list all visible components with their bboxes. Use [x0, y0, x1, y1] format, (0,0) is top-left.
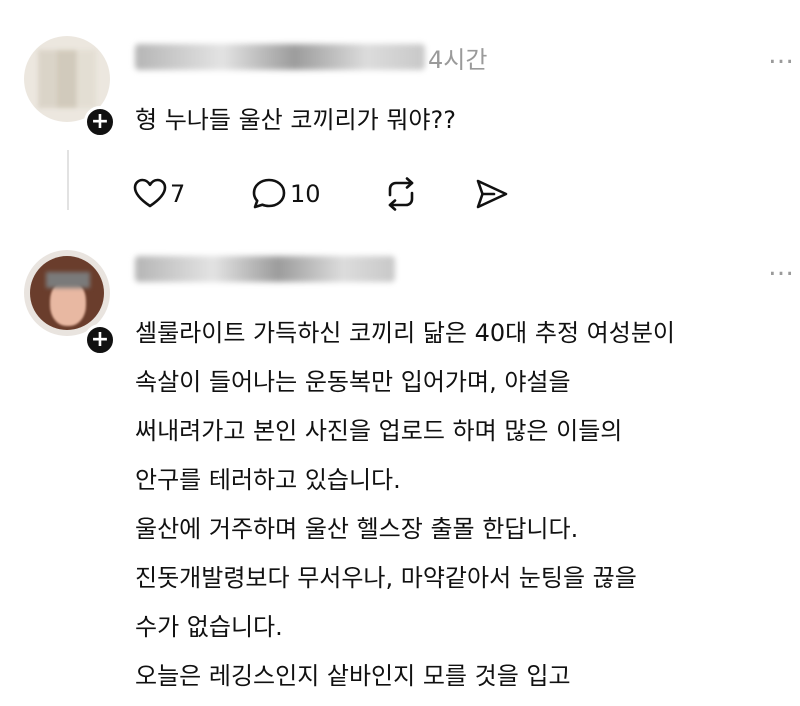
post-time: 4시간 [428, 46, 488, 74]
reply-button[interactable]: 10 [250, 174, 321, 214]
comment-icon [250, 176, 288, 212]
avatar-image-blurred [38, 50, 96, 108]
follow-plus-icon[interactable]: + [84, 324, 116, 356]
share-button[interactable] [472, 174, 510, 214]
follow-plus-icon[interactable]: + [84, 106, 116, 138]
send-icon [472, 176, 510, 212]
post-text: 셀룰라이트 가득하신 코끼리 닮은 40대 추정 여성분이 속살이 들어나는 운… [135, 314, 800, 706]
post-text-line: 셀룰라이트 가득하신 코끼리 닮은 40대 추정 여성분이 [135, 319, 675, 347]
post-text-line: 오늘은 레깅스인지 샅바인지 모를 것을 입고 [135, 662, 571, 690]
more-icon[interactable]: … [768, 40, 796, 70]
post-text-line: 써내려가고 본인 사진을 업로드 하며 많은 이들의 [135, 417, 623, 445]
heart-icon [132, 176, 168, 212]
username-redacted[interactable] [135, 44, 425, 70]
repost-button[interactable] [382, 174, 420, 214]
post-text-line: 진돗개발령보다 무서우나, 마약같아서 눈팅을 끊을 [135, 564, 637, 592]
post-text-line: 울산에 거주하며 울산 헬스장 출몰 한답니다. [135, 515, 579, 543]
repost-icon [382, 175, 420, 213]
avatar-censor-band [46, 272, 90, 288]
username-redacted[interactable] [135, 256, 395, 282]
more-icon[interactable]: … [768, 252, 796, 282]
post-text-line: 수가 없습니다. [135, 613, 283, 641]
like-count: 7 [170, 180, 186, 208]
post-text-line: 안구를 테러하고 있습니다. [135, 466, 401, 494]
action-bar: 7 10 [132, 174, 532, 214]
like-button[interactable]: 7 [132, 174, 185, 214]
reply-count: 10 [290, 180, 321, 208]
post-text: 형 누나들 울산 코끼리가 뭐야?? [135, 106, 456, 134]
post-1: + 4시간 … 형 누나들 울산 코끼리가 뭐야?? 7 10 [0, 0, 800, 240]
post-text-line: 속살이 들어나는 운동복만 입어가며, 야설을 [135, 368, 571, 396]
avatar[interactable] [24, 250, 110, 336]
thread-line [67, 150, 69, 210]
